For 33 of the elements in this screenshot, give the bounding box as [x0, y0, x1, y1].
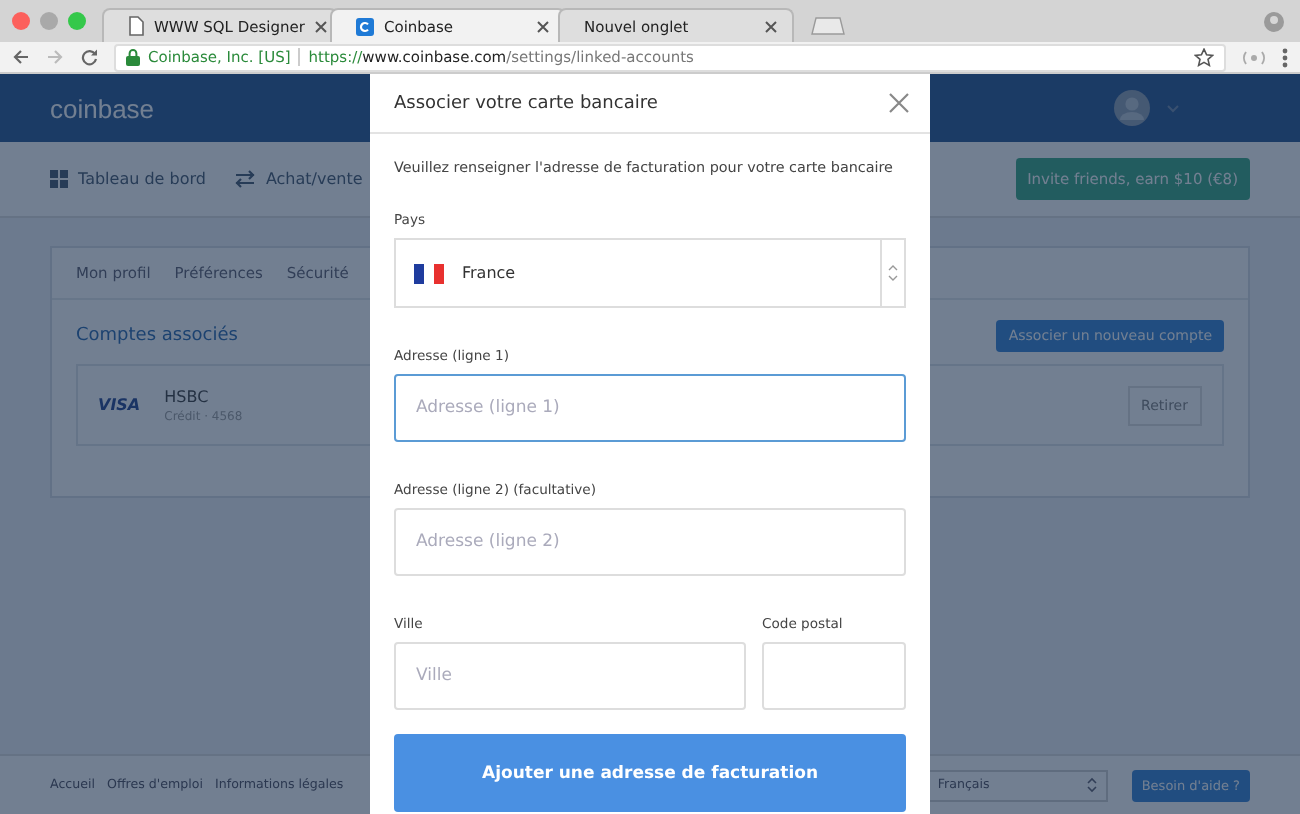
close-icon — [888, 92, 910, 114]
forward-arrow-icon — [46, 48, 64, 66]
close-button[interactable] — [888, 92, 910, 114]
profile-icon — [1264, 11, 1284, 31]
back-arrow-icon — [12, 48, 30, 66]
input-field[interactable]: Adresse (ligne 1) — [394, 374, 906, 442]
flag-icon — [414, 263, 444, 283]
country-select[interactable]: France — [394, 238, 906, 308]
submit-button[interactable]: Ajouter une adresse de facturation — [394, 734, 906, 812]
page-icon — [128, 16, 144, 36]
select-arrows-icon — [888, 264, 898, 282]
avatar-icon — [1114, 90, 1150, 126]
reload-icon — [80, 48, 98, 66]
close-icon — [536, 19, 550, 33]
swap-arrows-icon — [233, 170, 256, 188]
extension-icon — [1242, 49, 1266, 65]
card-brand: VISA — [98, 396, 141, 414]
site-logo[interactable]: coinbase — [50, 93, 155, 123]
close-icon — [314, 19, 329, 33]
chevron-down-icon — [1166, 103, 1180, 113]
star-icon — [1194, 47, 1214, 67]
select-arrows-icon — [1085, 776, 1098, 794]
new-tab-icon — [810, 16, 846, 36]
lock-icon — [126, 48, 140, 66]
nav-link[interactable]: Achat/vente — [233, 170, 363, 188]
close-icon — [764, 19, 778, 33]
site-icon — [356, 17, 374, 35]
dialog-title: Associer votre carte bancaire — [394, 93, 658, 113]
bank-name: HSBC — [164, 387, 211, 405]
menu-icon — [1282, 47, 1288, 67]
section-title: Comptes associés — [76, 326, 238, 346]
nav-link[interactable]: Tableau de bord — [50, 170, 206, 188]
grid-icon — [50, 170, 68, 188]
